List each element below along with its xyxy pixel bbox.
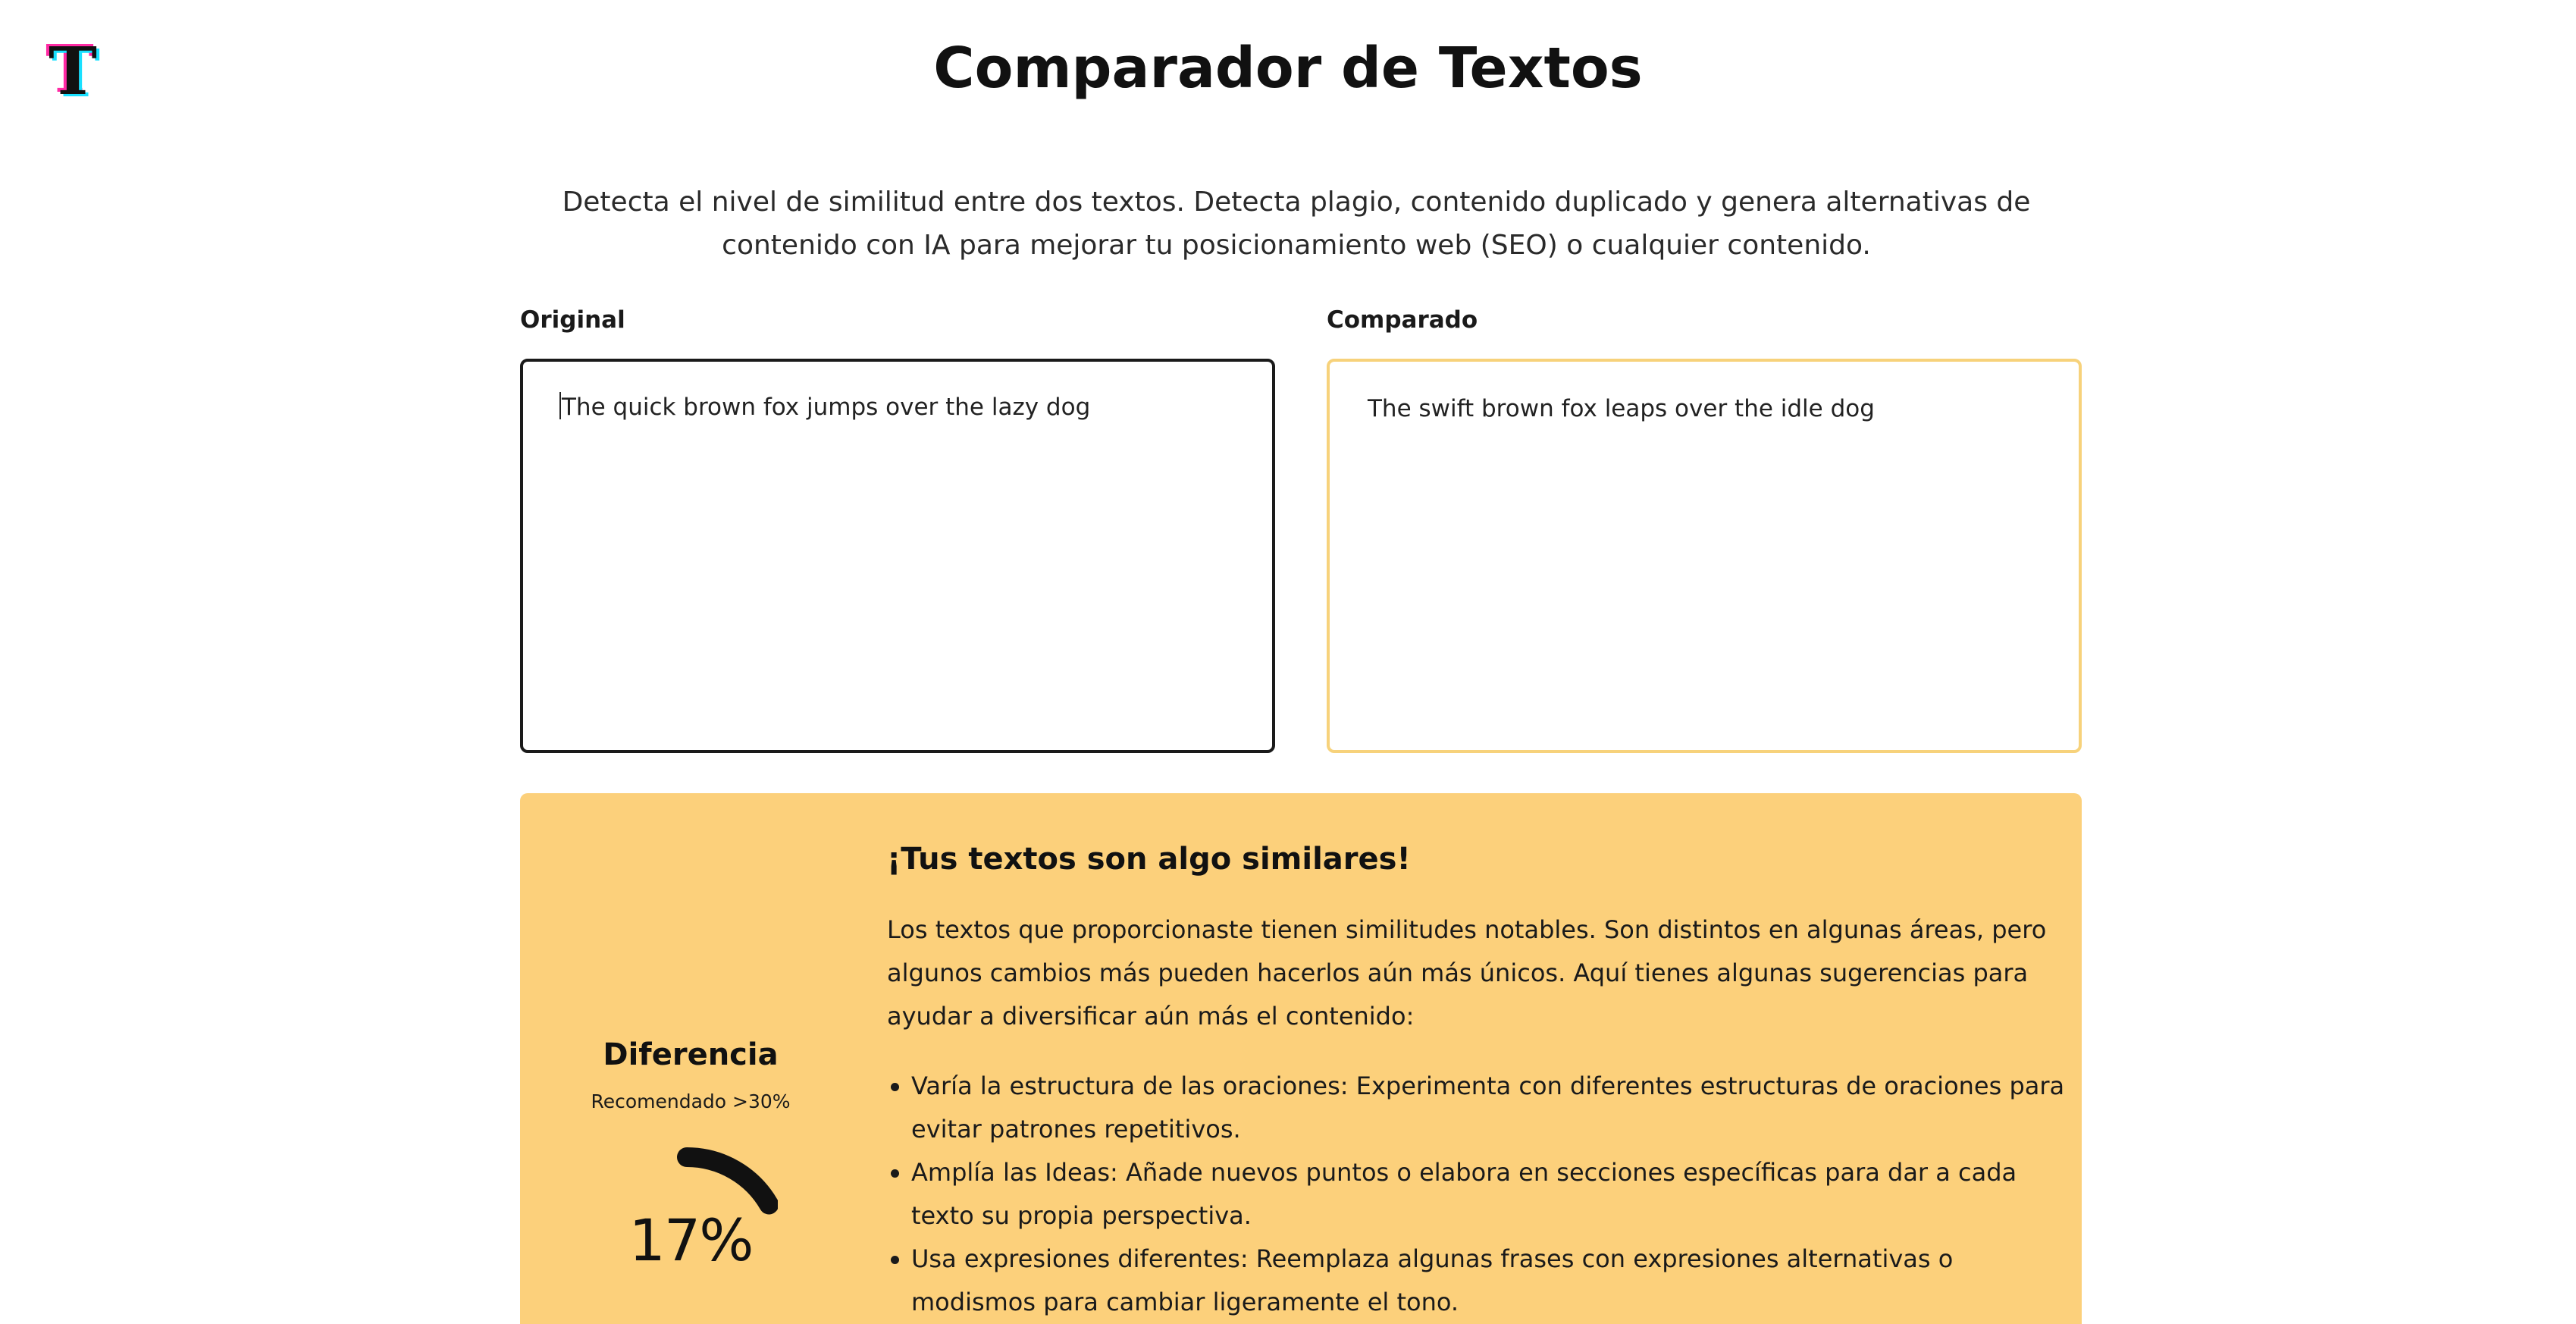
text-caret (559, 392, 561, 419)
compared-label: Comparado (1327, 306, 1478, 334)
original-text-input[interactable]: The quick brown fox jumps over the lazy … (520, 359, 1275, 753)
suggestion-item: Usa expresiones diferentes: Reemplaza al… (891, 1238, 2079, 1324)
similarity-result-panel: Diferencia Recomendado >30% 17% ¡Tus tex… (520, 793, 2082, 1324)
gauge-recommendation: Recomendado >30% (591, 1090, 791, 1112)
original-label: Original (520, 306, 625, 334)
result-paragraph: Los textos que proporcionaste tienen sim… (887, 915, 2047, 1031)
result-heading: ¡Tus textos son algo similares! (887, 842, 1411, 877)
gauge-arc (677, 1147, 778, 1215)
page-description: Detecta el nivel de similitud entre dos … (562, 187, 2031, 261)
gauge-title: Diferencia (603, 1037, 779, 1072)
suggestion-list: Varía la estructura de las oraciones: Ex… (887, 1065, 2079, 1324)
original-text-value: The quick brown fox jumps over the lazy … (562, 394, 1091, 421)
suggestion-item: Varía la estructura de las oraciones: Ex… (891, 1065, 2079, 1151)
compared-text-value: The swift brown fox leaps over the idle … (1368, 395, 1875, 422)
gauge-arc-fill (677, 1147, 778, 1215)
suggestion-item: Amplía las Ideas: Añade nuevos puntos o … (891, 1151, 2079, 1238)
page-title: Comparador de Textos (933, 36, 1643, 101)
compared-text-input[interactable]: The swift brown fox leaps over the idle … (1327, 359, 2082, 753)
difference-gauge: Diferencia Recomendado >30% 17% (520, 793, 861, 1324)
gauge-percentage: 17% (628, 1206, 754, 1274)
